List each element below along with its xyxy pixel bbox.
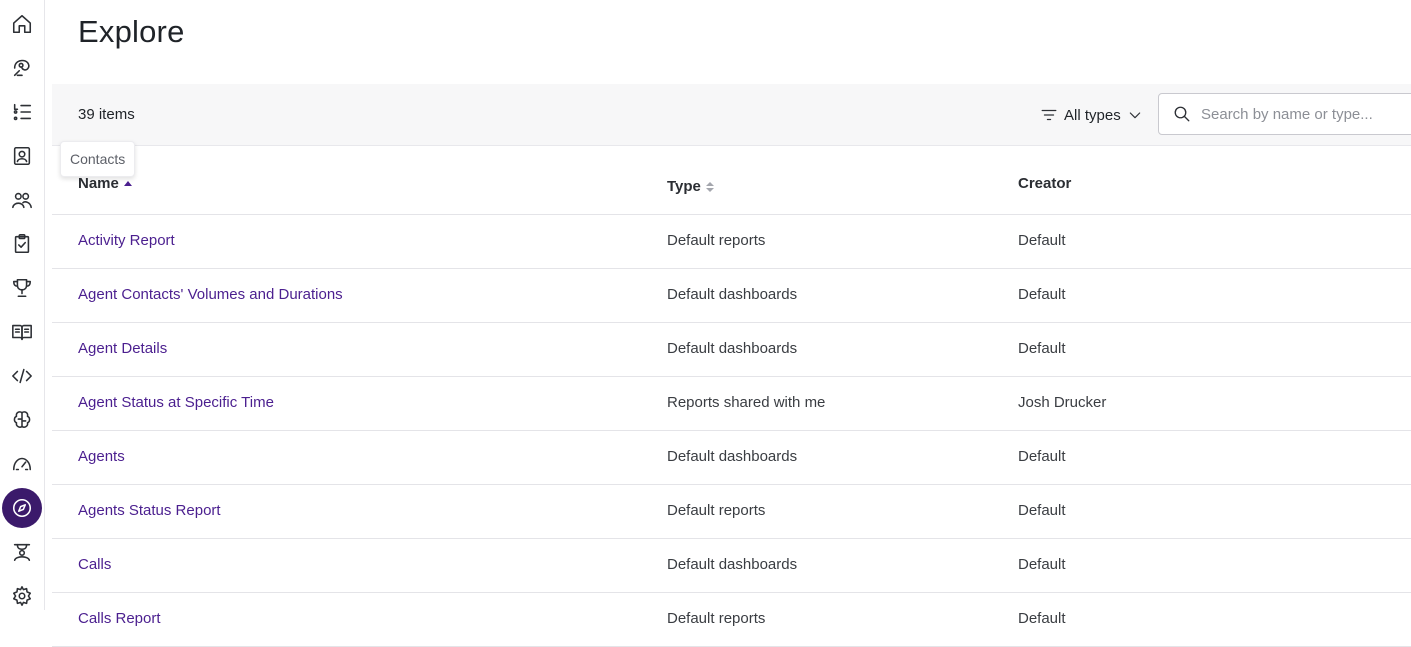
item-type: Default reports xyxy=(667,502,766,519)
code-icon[interactable] xyxy=(0,357,44,395)
contacts-icon[interactable] xyxy=(0,137,44,175)
explore-icon[interactable] xyxy=(0,488,44,528)
workforce-icon[interactable] xyxy=(0,533,44,571)
item-type: Default dashboards xyxy=(667,286,798,303)
table-row[interactable]: Agents Status Report Default reports Def… xyxy=(52,485,1411,539)
item-count: 39 items xyxy=(78,106,135,123)
tasks-icon[interactable] xyxy=(0,225,44,263)
brain-icon[interactable] xyxy=(0,401,44,439)
speedometer-icon[interactable] xyxy=(0,445,44,483)
table-row[interactable]: Activity Report Default reports Default xyxy=(52,215,1411,269)
item-type: Default dashboards xyxy=(667,340,798,357)
sort-ascending-icon xyxy=(123,181,132,186)
filter-icon xyxy=(1041,109,1057,121)
chevron-down-icon xyxy=(1129,112,1140,119)
item-name-link[interactable]: Activity Report xyxy=(78,232,175,249)
page-title: Explore xyxy=(78,14,185,49)
contacts-tooltip: Contacts xyxy=(60,141,136,177)
table-row[interactable]: Agent Details Default dashboards Default xyxy=(52,323,1411,377)
item-creator: Default xyxy=(1018,502,1066,519)
item-name-link[interactable]: Calls xyxy=(78,556,111,573)
trophy-icon[interactable] xyxy=(0,269,44,307)
sort-icon xyxy=(705,181,714,192)
type-filter-dropdown[interactable]: All types xyxy=(1040,103,1143,127)
item-creator: Default xyxy=(1018,286,1066,303)
item-creator: Default xyxy=(1018,340,1066,357)
table-row[interactable]: Agent Status at Specific Time Reports sh… xyxy=(52,377,1411,431)
search-icon xyxy=(1174,106,1190,122)
column-header-creator-label: Creator xyxy=(1018,175,1072,192)
search-box[interactable] xyxy=(1158,93,1411,135)
table-row[interactable]: Agents Default dashboards Default xyxy=(52,431,1411,485)
item-type: Default reports xyxy=(667,610,766,627)
item-name-link[interactable]: Agents xyxy=(78,448,125,465)
users-icon[interactable] xyxy=(0,181,44,219)
sidebar xyxy=(0,0,45,610)
item-type: Default dashboards xyxy=(667,448,798,465)
item-creator: Default xyxy=(1018,610,1066,627)
column-header-name[interactable]: Name xyxy=(78,175,132,192)
list-icon[interactable] xyxy=(0,93,44,131)
column-header-type[interactable]: Type xyxy=(667,178,714,195)
column-header-creator: Creator xyxy=(1018,175,1071,192)
table-row[interactable]: Calls Report Default reports Default xyxy=(52,593,1411,647)
item-name-link[interactable]: Calls Report xyxy=(78,610,161,627)
table-row[interactable]: Agent Contacts' Volumes and Durations De… xyxy=(52,269,1411,323)
item-creator: Default xyxy=(1018,448,1066,465)
table-header: Name Type Creator xyxy=(52,146,1411,215)
column-header-name-label: Name xyxy=(78,175,119,192)
explore-active-indicator xyxy=(2,488,42,528)
settings-icon[interactable] xyxy=(0,577,44,615)
item-type: Reports shared with me xyxy=(667,394,826,411)
column-header-type-label: Type xyxy=(667,178,701,195)
item-type: Default dashboards xyxy=(667,556,798,573)
item-creator: Josh Drucker xyxy=(1018,394,1107,411)
type-filter-label: All types xyxy=(1064,106,1121,124)
items-table: Name Type Creator Activity Report Defaul… xyxy=(52,146,1411,647)
item-name-link[interactable]: Agent Details xyxy=(78,340,167,357)
item-type: Default reports xyxy=(667,232,766,249)
book-icon[interactable] xyxy=(0,313,44,351)
table-row[interactable]: Calls Default dashboards Default xyxy=(52,539,1411,593)
item-name-link[interactable]: Agent Status at Specific Time xyxy=(78,394,274,411)
search-input[interactable] xyxy=(1199,104,1411,124)
home-icon[interactable] xyxy=(0,5,44,43)
main-content: Explore 39 items All types Name Type Cre… xyxy=(52,0,1411,647)
item-name-link[interactable]: Agents Status Report xyxy=(78,502,221,519)
item-creator: Default xyxy=(1018,556,1066,573)
toolbar: 39 items All types xyxy=(52,84,1411,146)
item-creator: Default xyxy=(1018,232,1066,249)
item-name-link[interactable]: Agent Contacts' Volumes and Durations xyxy=(78,286,343,303)
agent-assist-icon[interactable] xyxy=(0,49,44,87)
